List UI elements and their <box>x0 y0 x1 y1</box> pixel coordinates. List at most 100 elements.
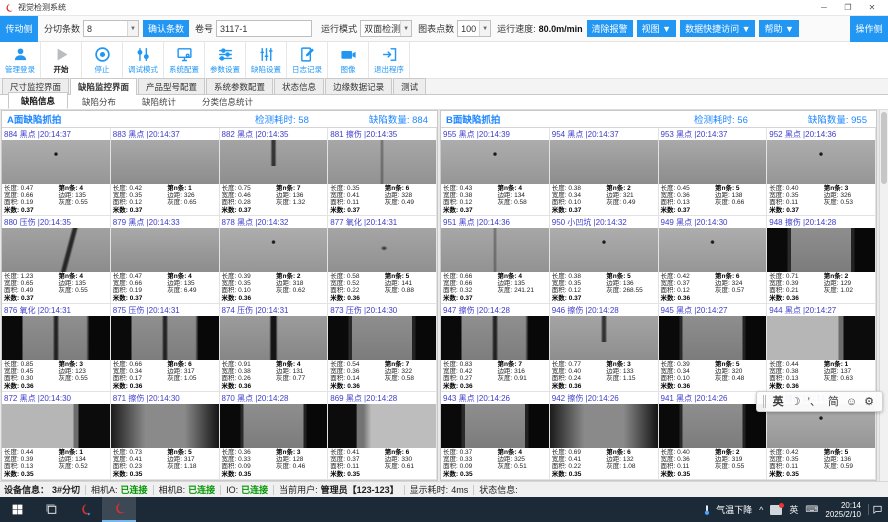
defect-metrics: 长度: 0.66宽度: 0.34面积: 0.17米数: 0.36 第n条: 6边… <box>111 360 219 391</box>
taskbar-app-active[interactable] <box>102 497 136 522</box>
hidden-icons-chevron[interactable]: ^ <box>759 505 763 515</box>
log-record-button[interactable]: 日志记录 <box>287 42 328 78</box>
tab-sub-3[interactable]: 分类信息统计 <box>190 94 265 109</box>
tab-sub-1[interactable]: 缺陷分布 <box>70 94 128 109</box>
defect-cell[interactable]: 884 黑点 |20:14:37 长度: 0.47宽度: 0.66面积: 0.1… <box>2 128 111 216</box>
input-language-indicator[interactable]: 英 <box>789 503 798 516</box>
defect-cell[interactable]: 942 擦伤 |20:14:26 长度: 0.69宽度: 0.41面积: 0.2… <box>550 392 659 480</box>
defect-metrics: 长度: 0.44宽度: 0.39面积: 0.13米数: 0.35 第n条: 1边… <box>2 448 110 479</box>
tab-sub-2[interactable]: 缺陷统计 <box>130 94 188 109</box>
defect-cell[interactable]: 875 压伤 |20:14:31 长度: 0.66宽度: 0.34面积: 0.1… <box>111 304 220 392</box>
defect-image <box>550 316 658 360</box>
ime-toolbar[interactable]: 英 ☽ ’、 简 ☺ ⚙ <box>756 391 883 412</box>
maximize-button[interactable]: ❐ <box>836 0 860 15</box>
close-button[interactable]: ✕ <box>860 0 884 15</box>
metric-area: 面积: 0.12 <box>552 287 606 294</box>
defect-cell[interactable]: 878 黑点 |20:14:32 长度: 0.39宽度: 0.35面积: 0.1… <box>220 216 329 304</box>
ime-drag-handle[interactable] <box>763 395 766 408</box>
defect-cell[interactable]: 872 黑点 |20:14:30 长度: 0.44宽度: 0.39面积: 0.1… <box>2 392 111 480</box>
metric-area: 面积: 0.32 <box>443 287 497 294</box>
start-menu-button[interactable] <box>0 497 34 522</box>
notification-badge-icon[interactable] <box>770 505 782 515</box>
operate-side-button[interactable]: 操作侧 <box>850 16 888 42</box>
defect-cell[interactable]: 952 黑点 |20:14:36 长度: 0.40宽度: 0.35面积: 0.1… <box>767 128 876 216</box>
defect-cell[interactable]: 955 黑点 |20:14:39 长度: 0.43宽度: 0.38面积: 0.1… <box>441 128 550 216</box>
defect-cell[interactable]: 953 黑点 |20:14:37 长度: 0.45宽度: 0.36面积: 0.1… <box>659 128 768 216</box>
exit-program-button[interactable]: 退出程序 <box>369 42 410 78</box>
defect-cell[interactable]: 879 黑点 |20:14:33 长度: 0.47宽度: 0.66面积: 0.1… <box>111 216 220 304</box>
defect-cell[interactable]: 880 压伤 |20:14:35 长度: 1.23宽度: 0.65面积: 0.4… <box>2 216 111 304</box>
defect-cell[interactable]: 941 黑点 |20:14:26 长度: 0.40宽度: 0.36面积: 0.1… <box>659 392 768 480</box>
defect-metrics-right: 第n条: 2边距: 318灰度: 0.62 <box>276 273 326 303</box>
minimize-button[interactable]: ─ <box>812 0 836 15</box>
tab-main-6[interactable]: 测试 <box>393 78 426 94</box>
defect-cell[interactable]: 943 黑点 |20:14:26 长度: 0.37宽度: 0.33面积: 0.0… <box>441 392 550 480</box>
ime-lang-toggle[interactable]: 英 <box>773 392 784 412</box>
defect-metrics-right: 第n条: 4边距: 135灰度: 241.21 <box>497 273 547 303</box>
tab-main-3[interactable]: 系统参数配置 <box>206 78 273 94</box>
start-button[interactable]: 开始 <box>41 42 82 78</box>
defect-cell[interactable]: 950 小凹坑 |20:14:32 长度: 0.38宽度: 0.35面积: 0.… <box>550 216 659 304</box>
vertical-scrollbar[interactable] <box>879 110 888 481</box>
help-menu-button[interactable]: 帮助 ▼ <box>759 20 798 37</box>
weather-widget[interactable]: 气温下降 <box>701 503 752 516</box>
metric-area: 面积: 0.13 <box>661 199 715 206</box>
data-quick-access-button[interactable]: 数据快捷访问 ▼ <box>680 20 755 37</box>
action-center-button[interactable] <box>868 504 886 515</box>
chart-points-select[interactable]: 100 ▼ <box>457 20 491 37</box>
taskbar-clock[interactable]: 20:14 2025/2/10 <box>825 501 861 519</box>
debug-mode-button[interactable]: 调试模式 <box>123 42 164 78</box>
metric-meter: 米数: 0.37 <box>330 207 384 214</box>
admin-login-button[interactable]: 管理登录 <box>0 42 41 78</box>
drive-side-button[interactable]: 传动侧 <box>0 16 38 42</box>
stop-button[interactable]: 停止 <box>82 42 123 78</box>
task-view-button[interactable] <box>34 497 68 522</box>
stop-icon <box>94 46 111 63</box>
tab-main-5[interactable]: 边缘数据记录 <box>325 78 392 94</box>
slit-count-select[interactable]: 8 ▼ <box>83 20 139 37</box>
defect-cell[interactable]: 946 擦伤 |20:14:28 长度: 0.77宽度: 0.40面积: 0.2… <box>550 304 659 392</box>
defect-cell[interactable]: 951 黑点 |20:14:36 长度: 0.66宽度: 0.66面积: 0.3… <box>441 216 550 304</box>
defect-cell[interactable]: 944 黑点 |20:14:27 长度: 0.44宽度: 0.38面积: 0.1… <box>767 304 876 392</box>
scrollbar-thumb[interactable] <box>881 112 887 184</box>
defect-cell[interactable]: 870 黑点 |20:14:28 长度: 0.36宽度: 0.33面积: 0.0… <box>220 392 329 480</box>
ime-punctuation-toggle[interactable]: ’、 <box>807 392 820 412</box>
defect-cell[interactable]: 869 黑点 |20:14:28 长度: 0.41宽度: 0.37面积: 0.1… <box>328 392 437 480</box>
run-mode-select[interactable]: 双面检测 ▼ <box>360 20 412 37</box>
tab-main-2[interactable]: 产品型号配置 <box>138 78 205 94</box>
tab-main-1[interactable]: 缺陷监控界面 <box>70 78 137 95</box>
view-menu-button[interactable]: 视图 ▼ <box>637 20 676 37</box>
defect-cell[interactable]: 871 擦伤 |20:14:30 长度: 0.73宽度: 0.41面积: 0.2… <box>111 392 220 480</box>
clear-alarm-button[interactable]: 清除报警 <box>587 20 633 37</box>
defect-cell[interactable]: 881 擦伤 |20:14:35 长度: 0.35宽度: 0.41面积: 0.1… <box>328 128 437 216</box>
defect-cell[interactable]: 948 擦伤 |20:14:28 长度: 0.71宽度: 0.39面积: 0.2… <box>767 216 876 304</box>
metric-gray: 灰度: 0.49 <box>606 199 656 206</box>
chevron-down-icon: ▼ <box>400 21 411 36</box>
keyboard-icon[interactable]: ⌨ <box>805 504 818 515</box>
defect-cell[interactable]: 945 黑点 |20:14:27 长度: 0.39宽度: 0.34面积: 0.1… <box>659 304 768 392</box>
system-config-button[interactable]: 系统配置 <box>164 42 205 78</box>
parameter-settings-button[interactable]: 参数设置 <box>205 42 246 78</box>
defect-settings-button[interactable]: 缺陷设置 <box>246 42 287 78</box>
defect-cell[interactable]: 882 黑点 |20:14:35 长度: 0.75宽度: 0.46面积: 0.2… <box>220 128 329 216</box>
tab-main-4[interactable]: 状态信息 <box>274 78 324 94</box>
io-label: IO: <box>226 485 238 495</box>
ime-simplified-toggle[interactable]: 简 <box>828 392 839 412</box>
confirm-count-button[interactable]: 确认条数 <box>143 20 189 37</box>
image-button[interactable]: 图像 <box>328 42 369 78</box>
roll-number-input[interactable]: 3117-1 <box>216 20 312 37</box>
defect-cell[interactable]: 877 氧化 |20:14:31 长度: 0.58宽度: 0.52面积: 0.2… <box>328 216 437 304</box>
defect-cell[interactable]: 876 氧化 |20:14:31 长度: 0.85宽度: 0.45面积: 0.3… <box>2 304 111 392</box>
emoji-icon[interactable]: ☺ <box>846 392 857 412</box>
defect-cell[interactable]: 947 擦伤 |20:14:28 长度: 0.83宽度: 0.42面积: 0.2… <box>441 304 550 392</box>
defect-cell[interactable]: 954 黑点 |20:14:37 长度: 0.38宽度: 0.34面积: 0.1… <box>550 128 659 216</box>
moon-icon[interactable]: ☽ <box>791 392 801 412</box>
defect-cell[interactable]: 949 黑点 |20:14:30 长度: 0.42宽度: 0.37面积: 0.1… <box>659 216 768 304</box>
defect-cell[interactable]: 883 黑点 |20:14:37 长度: 0.42宽度: 0.35面积: 0.1… <box>111 128 220 216</box>
defect-cell[interactable]: 874 压伤 |20:14:31 长度: 0.91宽度: 0.38面积: 0.2… <box>220 304 329 392</box>
taskbar-app-shortcut[interactable] <box>68 497 102 522</box>
tab-sub-0[interactable]: 缺陷信息 <box>8 92 68 109</box>
defect-cell[interactable]: 873 压伤 |20:14:30 长度: 0.54宽度: 0.36面积: 0.1… <box>328 304 437 392</box>
defect-metrics: 长度: 0.42宽度: 0.37面积: 0.12米数: 0.36 第n条: 6边… <box>659 272 767 303</box>
gear-icon[interactable]: ⚙ <box>864 392 874 412</box>
